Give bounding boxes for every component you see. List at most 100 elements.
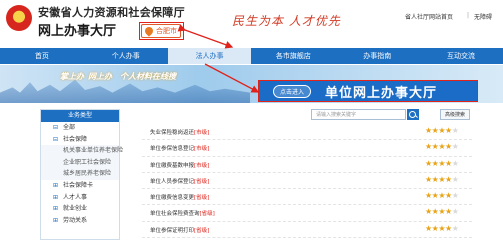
collapse-icon[interactable]: ⊟ <box>53 122 58 134</box>
star-icon: ★ <box>438 207 446 217</box>
sidebar-item-employment[interactable]: ⊞ 就业创业 <box>41 203 119 215</box>
star-icon: ★ <box>451 126 459 135</box>
corporate-hall-button[interactable]: 点击进入 单位网上办事大厅 <box>258 80 478 102</box>
accessibility-link[interactable]: 无障碍 <box>474 12 492 21</box>
star-icon: ★ <box>425 191 432 201</box>
sidebar-item-social-card[interactable]: ⊞ 社会保障卡 <box>41 180 119 192</box>
sidebar-item-public-pension[interactable]: 机关事业单位养老保险 <box>41 145 123 157</box>
service-name: 失业保险稳岗返还 <box>150 130 195 136</box>
star-icon: ★ <box>425 223 432 233</box>
nav-home[interactable]: 首页 <box>0 48 84 64</box>
main-nav: 首页 个人办事 法人办事 各市旗舰店 办事指南 互动交流 <box>0 48 503 64</box>
sidebar-item-employee-insurance[interactable]: 企业职工社会保险 <box>41 156 119 169</box>
service-title[interactable]: 单位人员参保登记[省级] <box>150 177 209 185</box>
sidebar-item-resident-pension[interactable]: 城乡居民养老保险 <box>41 168 119 180</box>
sidebar-item-talent[interactable]: ⊞ 人才人事 <box>41 192 119 204</box>
service-title[interactable]: 单位参保信息登记[市级] <box>150 144 209 152</box>
service-level-tag: [省级] <box>199 211 215 218</box>
sidebar-item-label: 人才人事 <box>63 193 88 201</box>
service-name: 单位参保证明打印 <box>150 227 195 234</box>
list-item[interactable]: 单位参保信息登记[市级] ★★★★★ <box>142 140 472 157</box>
link-separator: | <box>467 12 470 19</box>
star-icon: ★ <box>438 223 446 233</box>
corporate-hall-title: 单位网上办事大厅 <box>325 85 438 101</box>
service-name: 单位社会保险费查询 <box>150 211 200 218</box>
expand-icon[interactable]: ⊞ <box>53 192 58 204</box>
star-icon: ★ <box>451 191 459 201</box>
highlight-box <box>139 22 184 40</box>
service-title[interactable]: 单位社会保险费查询[省级] <box>150 209 215 217</box>
banner-text-online: 网上办 <box>88 72 112 81</box>
sidebar-item-label: 社会保障 <box>63 135 88 143</box>
service-title[interactable]: 失业保险稳岗返还[市级] <box>150 128 209 136</box>
site-header: 安徽省人力资源和社会保障厅 网上办事大厅 合肥市 民生为本 人才优先 省人社厅网… <box>0 0 503 46</box>
nav-interaction[interactable]: 互动交流 <box>419 48 503 64</box>
expand-icon[interactable]: ⊞ <box>53 215 58 227</box>
nav-corporate[interactable]: 法人办事 <box>167 48 252 64</box>
rating-stars: ★★★★★ <box>425 158 459 168</box>
service-level-tag: [市级] <box>194 130 210 136</box>
star-icon: ★ <box>425 174 432 184</box>
slogan: 民生为本 人才优先 <box>232 14 341 28</box>
star-icon: ★ <box>438 142 446 152</box>
service-level-tag: [省级] <box>194 227 210 234</box>
star-icon: ★ <box>451 158 459 168</box>
nav-city-stores[interactable]: 各市旗舰店 <box>251 48 335 64</box>
star-icon: ★ <box>445 207 452 217</box>
sidebar-item-social-security[interactable]: ⊟ 社会保障 <box>41 134 119 146</box>
service-name: 单位缴费基数申报 <box>150 162 195 169</box>
star-icon: ★ <box>425 142 432 152</box>
search-input[interactable]: 请输入搜索关键字 <box>311 109 406 120</box>
sidebar-item-label: 社会保障卡 <box>63 181 94 189</box>
service-name: 单位参保信息登记 <box>150 146 195 153</box>
page: 安徽省人力资源和社会保障厅 网上办事大厅 合肥市 民生为本 人才优先 省人社厅网… <box>0 0 503 240</box>
sidebar-header: 业务类型 <box>41 110 119 122</box>
banner-text-mobile: 掌上办 <box>60 72 84 81</box>
business-type-sidebar: 业务类型 ⊟ 全部 ⊟ 社会保障 机关事业单位养老保险 企业职工社会保险 城乡居民养… <box>40 109 123 240</box>
list-item[interactable]: 单位社会保险费查询[省级] ★★★★★ <box>142 205 472 222</box>
list-item[interactable]: 单位缴费信息变更[省级] ★★★★★ <box>142 189 472 206</box>
sidebar-item-label: 机关事业单位养老保险 <box>63 147 124 155</box>
rating-stars: ★★★★★ <box>425 191 459 201</box>
nav-guide[interactable]: 办事指南 <box>335 48 419 64</box>
service-name: 单位人员参保登记 <box>150 178 195 185</box>
star-icon: ★ <box>445 126 452 135</box>
service-name: 单位缴费信息变更 <box>150 195 195 202</box>
home-site-link[interactable]: 省人社厅网站首页 <box>405 12 453 21</box>
star-icon: ★ <box>445 158 452 168</box>
rating-stars: ★★★★★ <box>425 142 459 152</box>
rating-stars: ★★★★★ <box>425 207 459 217</box>
star-icon: ★ <box>425 207 432 217</box>
nav-personal[interactable]: 个人办事 <box>84 48 168 64</box>
star-icon: ★ <box>445 191 452 201</box>
list-item[interactable]: 单位参保证明打印[省级] ★★★★★ <box>142 222 472 239</box>
rating-stars: ★★★★★ <box>425 174 459 184</box>
collapse-icon[interactable]: ⊟ <box>53 134 58 146</box>
star-icon: ★ <box>438 158 446 168</box>
star-icon: ★ <box>451 174 459 184</box>
list-item[interactable]: 失业保险稳岗返还[市级] ★★★★★ <box>142 124 472 141</box>
enter-pill: 点击进入 <box>273 84 312 98</box>
star-icon: ★ <box>451 207 459 217</box>
expand-icon[interactable]: ⊞ <box>53 203 58 215</box>
star-icon: ★ <box>438 126 446 135</box>
service-title[interactable]: 单位缴费基数申报[市级] <box>150 161 209 169</box>
sidebar-item-labor-relations[interactable]: ⊞ 劳动关系 <box>41 215 119 227</box>
service-title[interactable]: 单位缴费信息变更[省级] <box>150 193 209 201</box>
star-icon: ★ <box>425 126 432 135</box>
sidebar-item-all[interactable]: ⊟ 全部 <box>41 122 119 134</box>
org-name: 安徽省人力资源和社会保障厅 <box>38 6 185 19</box>
expand-icon[interactable]: ⊞ <box>53 180 58 192</box>
service-title[interactable]: 单位参保证明打印[省级] <box>150 226 209 234</box>
service-level-tag: [市级] <box>194 146 210 153</box>
national-emblem-icon <box>6 5 32 31</box>
star-icon: ★ <box>445 142 452 152</box>
search-icon[interactable] <box>407 109 419 120</box>
rating-stars: ★★★★★ <box>425 126 459 135</box>
service-list: 失业保险稳岗返还[市级] ★★★★★ 单位参保信息登记[市级] ★★★★★ 单位缴费基数… <box>142 124 472 239</box>
service-level-tag: [省级] <box>194 178 210 185</box>
advanced-search-button[interactable]: 高级搜索 <box>440 109 470 120</box>
hall-name: 网上办事大厅 <box>38 24 117 39</box>
list-item[interactable]: 单位人员参保登记[省级] ★★★★★ <box>142 173 472 190</box>
list-item[interactable]: 单位缴费基数申报[市级] ★★★★★ <box>142 157 472 173</box>
